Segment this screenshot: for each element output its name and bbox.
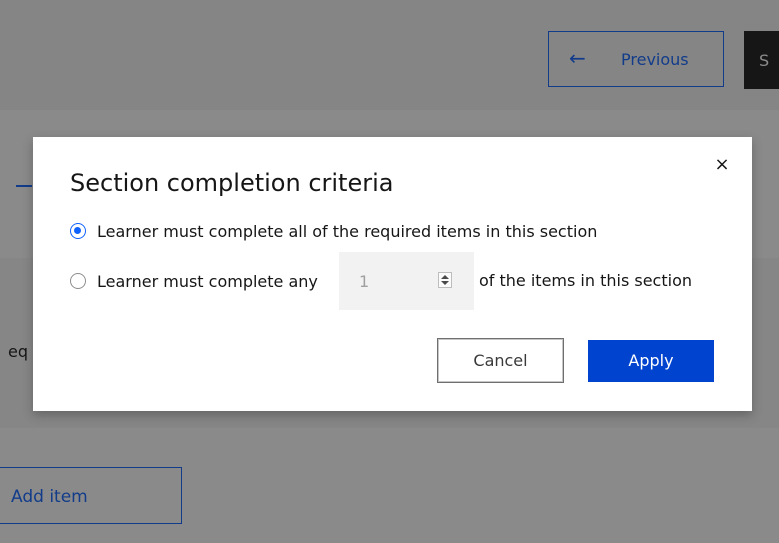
stepper-up-icon[interactable] (441, 275, 449, 279)
dialog-title: Section completion criteria (70, 169, 394, 197)
radio-all-required[interactable] (70, 223, 86, 239)
option-any-count-prefix: Learner must complete any (97, 271, 318, 291)
stepper-icon[interactable] (438, 272, 452, 288)
option-all-required-label: Learner must complete all of the require… (97, 221, 598, 241)
apply-button[interactable]: Apply (588, 340, 714, 382)
item-count-input[interactable]: 1 (339, 252, 474, 310)
option-any-count-suffix: of the items in this section (479, 271, 692, 290)
item-count-value: 1 (359, 272, 370, 291)
cancel-button[interactable]: Cancel (437, 338, 564, 383)
option-any-count[interactable]: Learner must complete any (70, 271, 318, 291)
completion-criteria-dialog: × Section completion criteria Learner mu… (33, 137, 752, 411)
radio-any-count[interactable] (70, 273, 86, 289)
option-all-required[interactable]: Learner must complete all of the require… (70, 221, 597, 241)
stepper-down-icon[interactable] (441, 281, 449, 285)
close-icon[interactable]: × (712, 154, 732, 176)
